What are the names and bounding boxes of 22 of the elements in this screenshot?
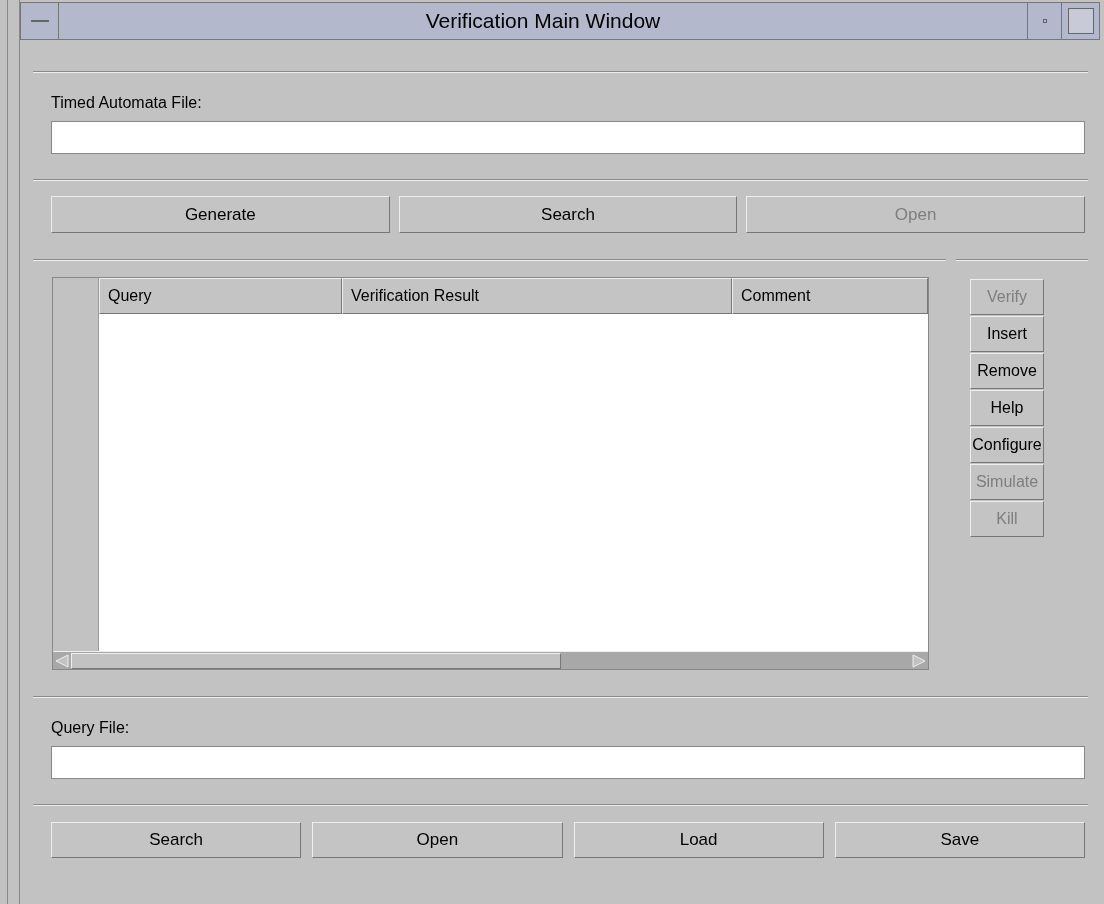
column-header[interactable]: Comment <box>732 278 928 314</box>
button[interactable]: Save <box>834 822 1085 858</box>
button[interactable]: Load <box>573 822 824 858</box>
input-field[interactable] <box>51 746 1085 779</box>
button[interactable]: Insert <box>970 316 1044 352</box>
button[interactable]: Open <box>312 822 563 858</box>
field-label: Query File: <box>51 718 131 738</box>
button[interactable]: Search <box>398 196 738 233</box>
input-field[interactable] <box>51 121 1085 154</box>
button[interactable]: Search <box>51 822 302 858</box>
button[interactable]: Configure <box>970 427 1044 463</box>
scrollbar-thumb[interactable] <box>71 652 561 669</box>
button[interactable]: Remove <box>970 353 1044 389</box>
left-arrow-icon[interactable] <box>53 652 71 669</box>
window-title: Verification Main Window <box>424 8 662 35</box>
field-label: Timed Automata File: <box>51 93 203 113</box>
horizontal-scrollbar[interactable] <box>53 651 928 669</box>
column-header[interactable]: Query <box>99 278 342 314</box>
button[interactable]: Generate <box>51 196 390 233</box>
right-arrow-icon[interactable] <box>910 652 928 669</box>
button[interactable]: Help <box>970 390 1044 426</box>
column-header[interactable]: Verification Result <box>342 278 732 314</box>
